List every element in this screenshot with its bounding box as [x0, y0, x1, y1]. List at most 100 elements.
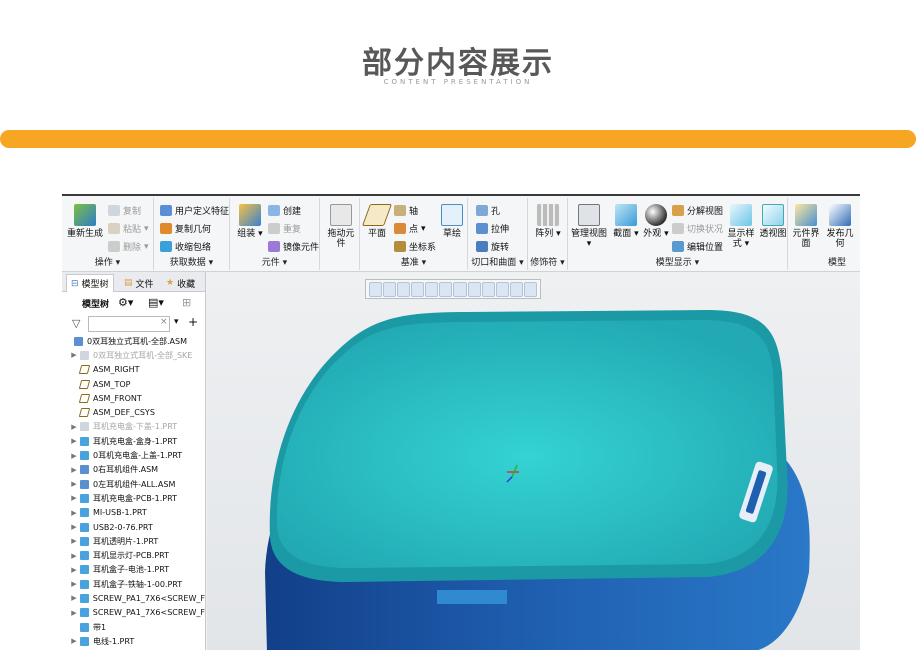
tree-node[interactable]: ▶ 电线-1.PRT	[62, 634, 205, 648]
filter-dropdown-icon[interactable]: ▾	[174, 317, 179, 327]
point-button[interactable]: 点 ▾	[394, 222, 426, 235]
tree-node[interactable]: ▶ 0双耳独立式耳机-全部_SKE	[62, 348, 205, 362]
perspective-button[interactable]: 透视图	[758, 204, 788, 239]
tree-node[interactable]: ▶ SCREW_PA1_7X6<SCREW_F	[62, 606, 205, 620]
section-button[interactable]: 截面 ▾	[612, 204, 640, 239]
expand-icon[interactable]: ▶	[68, 437, 80, 445]
tree-node[interactable]: ▶ 耳机透明片-1.PRT	[62, 534, 205, 548]
tab-favorites[interactable]: ★ 收藏	[162, 274, 199, 292]
tab-model-tree[interactable]: ⊟ 模型树	[66, 274, 114, 292]
zoom-out-icon[interactable]	[397, 281, 411, 297]
plane-button[interactable]: 平面	[361, 204, 393, 239]
appearance-button[interactable]: 外观 ▾	[642, 204, 670, 239]
tree-node[interactable]: ▶ 0耳机充电盒-上盖-1.PRT	[62, 448, 205, 462]
explode-view-button[interactable]: 分解视图	[672, 204, 723, 217]
axis-button[interactable]: 轴	[394, 204, 418, 217]
component-interface-button[interactable]: 元件界面	[790, 204, 822, 249]
node-icon	[78, 393, 91, 403]
spin-center-icon[interactable]	[509, 281, 523, 297]
tree-node[interactable]: ▶ 耳机盒子-铁轴-1-00.PRT	[62, 577, 205, 591]
tree-node[interactable]: ▶ 0右耳机组件.ASM	[62, 463, 205, 477]
repaint-icon[interactable]	[411, 281, 425, 297]
paste-button[interactable]: 粘贴 ▾	[108, 222, 149, 235]
expand-icon[interactable]: ▶	[68, 494, 80, 502]
tree-node[interactable]: ▶ 耳机充电盒-下盖-1.PRT	[62, 420, 205, 434]
hole-button[interactable]: 孔	[476, 204, 500, 217]
expand-icon[interactable]: ▶	[68, 509, 80, 517]
assemble-button[interactable]: 组装 ▾	[234, 204, 266, 239]
tree-icon: ⊟	[71, 278, 79, 289]
shrinkwrap-button[interactable]: 收缩包络	[160, 240, 211, 253]
delete-button[interactable]: 删除 ▾	[108, 240, 149, 253]
expand-icon[interactable]: ▶	[68, 609, 80, 617]
group-label: 切口和曲面 ▾	[471, 258, 524, 268]
revolve-button[interactable]: 旋转	[476, 240, 509, 253]
clear-icon[interactable]: ×	[160, 317, 168, 327]
expand-icon[interactable]: ▶	[68, 566, 80, 574]
tree-node[interactable]: ▶ 0左耳机组件-ALL.ASM	[62, 477, 205, 491]
filter-icon[interactable]: ▽	[72, 317, 80, 330]
refit-icon[interactable]	[369, 281, 383, 297]
udf-button[interactable]: 用户定义特征	[160, 204, 229, 217]
tree-node[interactable]: ▶ 耳机充电盒-PCB-1.PRT	[62, 491, 205, 505]
publish-geometry-icon	[829, 204, 851, 226]
toggle-status-button[interactable]: 切换状况	[672, 222, 723, 235]
repeat-button[interactable]: 重复	[268, 222, 301, 235]
publish-geometry-button[interactable]: 发布几何	[824, 204, 856, 249]
show-icon[interactable]: ▤▾	[148, 296, 164, 309]
saved-orientations-icon[interactable]	[453, 281, 467, 297]
expand-icon[interactable]: ▶	[68, 537, 80, 545]
datum-display-icon[interactable]	[495, 281, 509, 297]
mirror-component-button[interactable]: 镜像元件	[268, 240, 319, 253]
view-manager-icon[interactable]	[467, 281, 481, 297]
expand-icon[interactable]: ▶	[68, 480, 80, 488]
tab-files[interactable]: ▤ 文件	[120, 274, 158, 292]
expand-icon[interactable]: ▶	[68, 423, 80, 431]
expand-icon[interactable]: ▶	[68, 523, 80, 531]
expand-icon[interactable]: ▶	[68, 552, 80, 560]
expand-icon[interactable]: ▶	[68, 466, 80, 474]
extrude-button[interactable]: 拉伸	[476, 222, 509, 235]
tree-node[interactable]: 带1	[62, 620, 205, 634]
section-icon	[615, 204, 637, 226]
manage-views-button[interactable]: 管理视图 ▾	[570, 204, 608, 249]
drag-components-button[interactable]: 拖动元件	[324, 204, 358, 249]
csys-button[interactable]: 坐标系	[394, 240, 436, 253]
tree-node[interactable]: ▶ MI-USB-1.PRT	[62, 506, 205, 520]
expand-icon[interactable]: ▶	[68, 452, 80, 460]
copy-geometry-button[interactable]: 复制几何	[160, 222, 211, 235]
tree-node[interactable]: ASM_TOP	[62, 377, 205, 391]
tree-node[interactable]: ASM_RIGHT	[62, 363, 205, 377]
expand-icon[interactable]: ▶	[68, 594, 80, 602]
tree-node[interactable]: ASM_FRONT	[62, 391, 205, 405]
expand-icon[interactable]: ▶	[68, 637, 80, 645]
node-icon	[80, 436, 89, 446]
tree-node[interactable]: ▶ USB2-0-76.PRT	[62, 520, 205, 534]
expand-icon[interactable]: ▶	[68, 580, 80, 588]
graphics-viewport[interactable]	[207, 272, 860, 650]
add-icon[interactable]: +	[188, 315, 198, 329]
create-button[interactable]: 创建	[268, 204, 301, 217]
node-icon	[80, 536, 89, 546]
tree-node[interactable]: ASM_DEF_CSYS	[62, 405, 205, 419]
zoom-in-icon[interactable]	[383, 281, 397, 297]
expand-icon[interactable]: ▶	[68, 351, 80, 359]
tree-node[interactable]: ▶ 耳机盒子-电池-1.PRT	[62, 563, 205, 577]
tree-search-input[interactable]	[88, 316, 170, 332]
display-style-icon[interactable]	[425, 281, 439, 297]
copy-button[interactable]: 复制	[108, 204, 141, 217]
tree-node[interactable]: 0双耳独立式耳机-全部.ASM	[62, 334, 205, 348]
columns-icon[interactable]: ⊞	[182, 296, 191, 309]
sketch-button[interactable]: 草绘	[438, 204, 466, 239]
regenerate-button[interactable]: 重新生成	[66, 204, 104, 239]
tree-node[interactable]: ▶ 耳机充电盒-盒身-1.PRT	[62, 434, 205, 448]
pattern-button[interactable]: 阵列 ▾	[532, 204, 564, 239]
named-views-icon[interactable]	[439, 281, 453, 297]
tree-node[interactable]: ▶ SCREW_PA1_7X6<SCREW_F	[62, 591, 205, 605]
edit-position-button[interactable]: 编辑位置	[672, 240, 723, 253]
settings-icon[interactable]: ⚙▾	[118, 296, 133, 309]
annotation-display-icon[interactable]	[523, 281, 537, 297]
tree-node[interactable]: ▶ 耳机显示灯-PCB.PRT	[62, 548, 205, 562]
display-style-button[interactable]: 显示样式 ▾	[726, 204, 756, 249]
perspective-view-icon[interactable]	[481, 281, 495, 297]
